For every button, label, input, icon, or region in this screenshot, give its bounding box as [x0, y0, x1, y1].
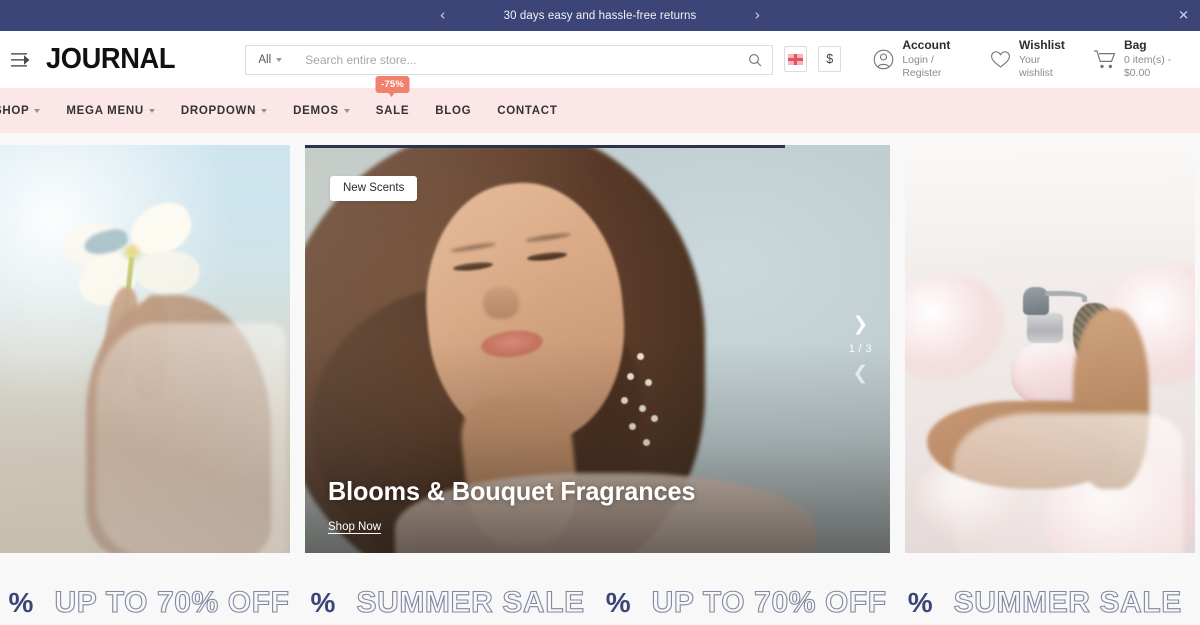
currency-label: $ [826, 52, 834, 67]
notification-text: 30 days easy and hassle-free returns [503, 9, 697, 22]
language-selector-button[interactable] [783, 46, 808, 73]
search-bar: All [245, 44, 773, 75]
user-icon [873, 49, 894, 70]
sale-discount-badge: -75% [375, 76, 410, 96]
wishlist-subtitle: Your wishlist [1019, 53, 1053, 80]
hamburger-menu-icon[interactable] [0, 52, 44, 68]
hero-slide-next[interactable] [905, 145, 1195, 553]
marquee-percent-symbol: % [907, 587, 933, 618]
search-submit-button[interactable] [738, 46, 772, 74]
header-actions: $ Account Login / Register Wishlist Your… [773, 38, 1188, 80]
slide-progress-bar [305, 145, 890, 148]
search-category-label: All [258, 53, 272, 66]
search-input[interactable] [293, 52, 738, 67]
slide-title: Blooms & Bouquet Fragrances [328, 476, 696, 506]
notification-prev-icon[interactable]: ‹ [440, 8, 446, 23]
wishlist-menu[interactable]: Wishlist Your wishlist [990, 38, 1067, 80]
nav-item-blog[interactable]: BLOG [422, 88, 484, 133]
chevron-down-icon [148, 108, 155, 113]
nav-label: SALE [375, 104, 410, 117]
account-title: Account [902, 38, 951, 53]
nav-label: SHOP [0, 104, 30, 117]
chevron-down-icon [276, 57, 283, 62]
marquee-word: UP TO 70% OFF [651, 585, 887, 619]
cart-icon [1093, 49, 1116, 70]
nav-item-shop[interactable]: SHOP [0, 88, 53, 133]
cart-menu[interactable]: Bag 0 item(s) - $0.00 [1093, 38, 1188, 80]
notification-content: ‹ 30 days easy and hassle-free returns › [440, 8, 761, 23]
wishlist-title: Wishlist [1019, 38, 1065, 53]
marquee-percent-symbol: % [310, 587, 336, 618]
nav-label: DEMOS [293, 104, 339, 117]
slide-progress-fill [305, 145, 785, 148]
hero-slider: New Scents Blooms & Bouquet Fragrances S… [0, 133, 1200, 553]
currency-selector-button[interactable]: $ [818, 46, 842, 73]
notification-bar: ‹ 30 days easy and hassle-free returns ›… [0, 0, 1200, 31]
nav-label: CONTACT [497, 104, 558, 117]
marquee-track: LE%UP TO 70% OFF%SUMMER SALE%UP TO 70% O… [0, 585, 1200, 620]
marquee-percent-symbol: % [8, 587, 34, 618]
marquee-word: UP TO 70% OFF [54, 585, 290, 619]
chevron-down-icon [34, 108, 41, 113]
nav-item-demos[interactable]: DEMOS [280, 88, 363, 133]
heart-icon [990, 50, 1011, 69]
main-navigation: SHOP MEGA MENU DROPDOWN DEMOS -75% SALE … [0, 76, 1200, 133]
marquee-word: SUMMER SALE [953, 585, 1182, 619]
slide-badge[interactable]: New Scents [330, 176, 418, 201]
nav-item-contact[interactable]: CONTACT [484, 88, 570, 133]
slider-navigation: ❯ 1 / 3 ❮ [849, 315, 872, 383]
slide-image-flower [0, 145, 290, 553]
nav-item-dropdown[interactable]: DROPDOWN [168, 88, 280, 133]
marquee-percent-symbol: % [605, 587, 631, 618]
slider-prev-icon[interactable]: ❮ [852, 364, 868, 383]
hero-slide-previous[interactable] [0, 145, 290, 553]
nav-label: BLOG [435, 104, 472, 117]
chevron-down-icon [261, 108, 268, 113]
site-logo[interactable]: JOURNAL [46, 43, 176, 76]
notification-close-icon[interactable]: ✕ [1178, 8, 1189, 23]
cart-subtitle: 0 item(s) - $0.00 [1123, 53, 1172, 80]
account-menu[interactable]: Account Login / Register [873, 38, 964, 80]
slider-counter: 1 / 3 [848, 343, 872, 355]
hero-slide-active[interactable]: New Scents Blooms & Bouquet Fragrances S… [305, 145, 890, 553]
site-header: JOURNAL All $ [0, 31, 1200, 88]
flag-icon [788, 53, 803, 65]
account-subtitle: Login / Register [902, 53, 942, 80]
nav-item-mega-menu[interactable]: MEGA MENU [53, 88, 167, 133]
cart-title: Bag [1123, 38, 1147, 53]
search-category-dropdown[interactable]: All [246, 54, 293, 66]
nav-item-sale[interactable]: -75% SALE [363, 76, 422, 133]
chevron-down-icon [343, 108, 350, 113]
slide-shop-now-link[interactable]: Shop Now [328, 521, 381, 533]
slider-next-icon[interactable]: ❯ [852, 315, 868, 334]
notification-next-icon[interactable]: › [754, 8, 760, 23]
slide-caption: Blooms & Bouquet Fragrances Shop Now [328, 476, 707, 535]
promo-marquee: LE%UP TO 70% OFF%SUMMER SALE%UP TO 70% O… [0, 581, 1200, 625]
nav-label: DROPDOWN [180, 104, 257, 117]
marquee-word: SUMMER SALE [356, 585, 585, 619]
slide-image-perfume [905, 145, 1195, 553]
nav-label: MEGA MENU [66, 104, 144, 117]
